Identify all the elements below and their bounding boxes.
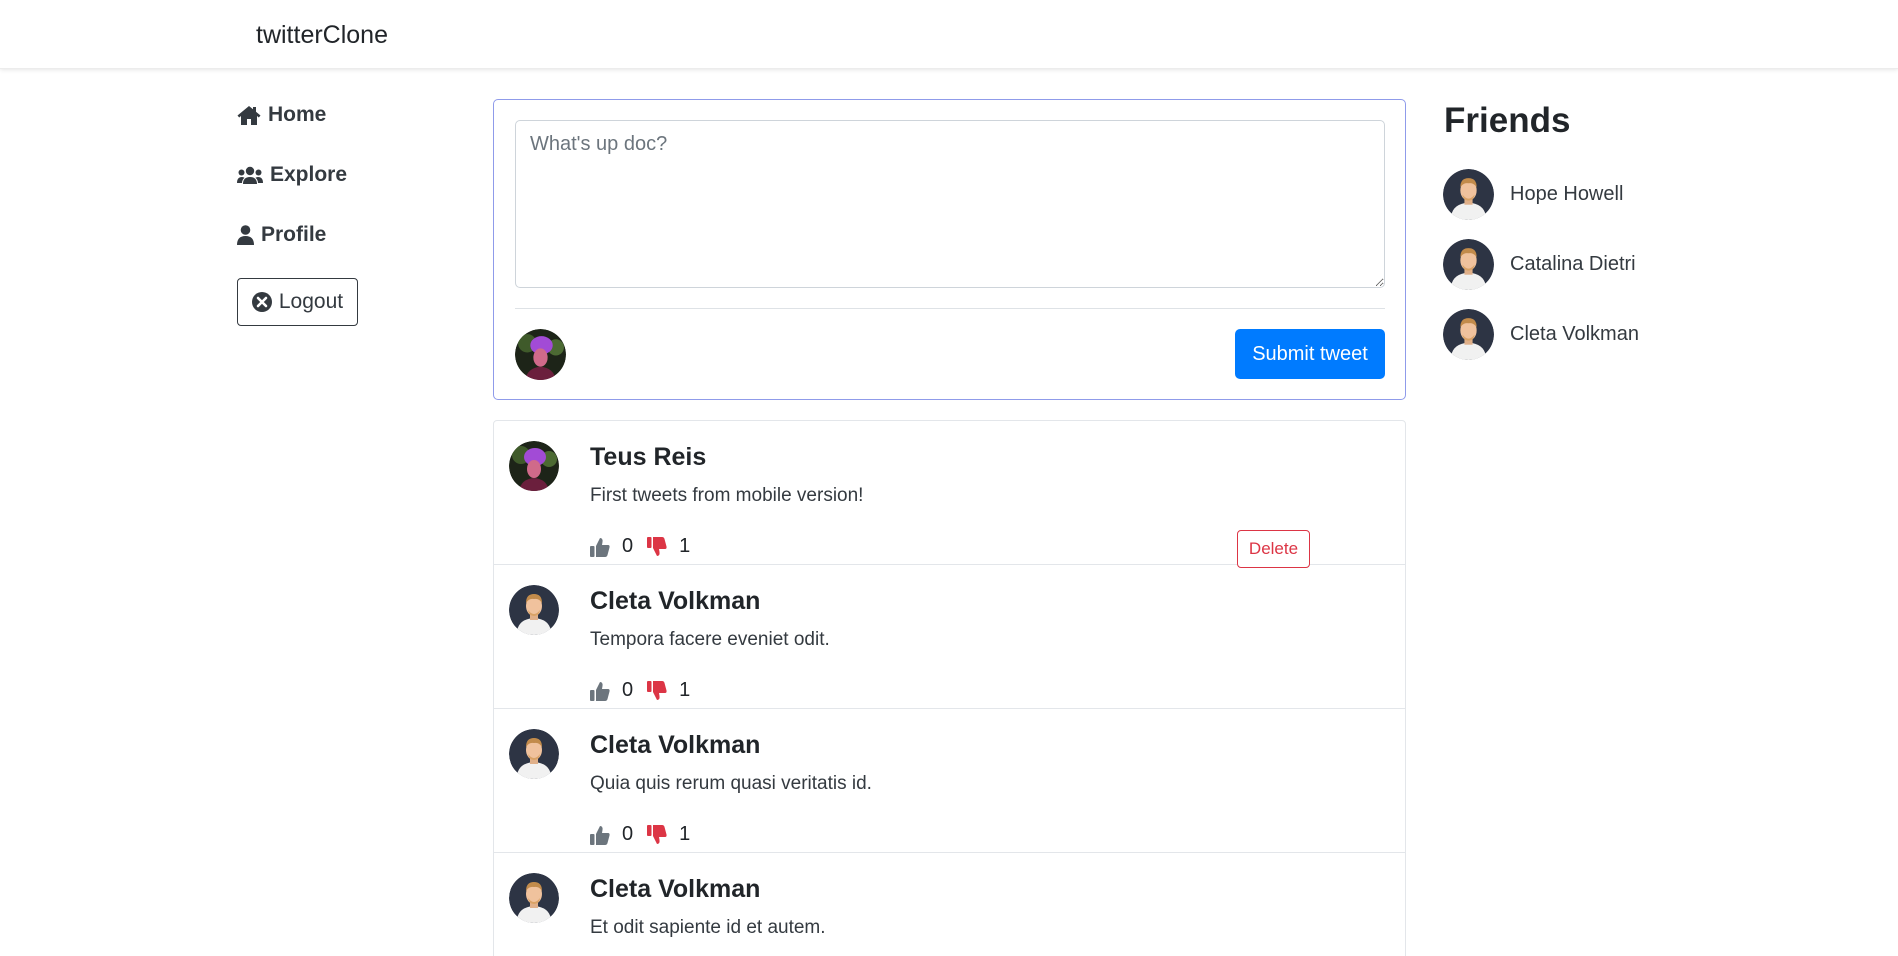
tweet-actions: 0 1 (590, 679, 704, 702)
default-man-avatar-icon (1443, 309, 1494, 360)
dislike-count: 1 (679, 679, 691, 701)
thumbs-down-icon[interactable] (647, 680, 667, 701)
like-count: 0 (622, 535, 634, 557)
default-man-avatar-icon (509, 729, 559, 779)
friend-item[interactable]: Hope Howell (1443, 169, 1623, 220)
tweet-author[interactable]: Cleta Volkman (590, 731, 760, 760)
tweet-author[interactable]: Cleta Volkman (590, 875, 760, 904)
thumbs-up-icon[interactable] (590, 681, 610, 701)
like-count: 0 (622, 823, 634, 845)
tweet: Cleta Volkman Tempora facere eveniet odi… (494, 565, 1405, 709)
dislike-count: 1 (679, 823, 691, 845)
tweet-text: First tweets from mobile version! (590, 485, 864, 506)
sidebar-item-explore[interactable]: Explore (237, 163, 347, 187)
sidebar-item-label: Home (268, 103, 327, 126)
tweet-author[interactable]: Teus Reis (590, 443, 706, 472)
logout-button[interactable]: Logout (237, 278, 358, 326)
tweet-input[interactable] (515, 120, 1385, 288)
friend-name: Cleta Volkman (1510, 323, 1639, 345)
purple-hair-avatar-icon (509, 441, 559, 491)
tweet-text: Et odit sapiente id et autem. (590, 917, 826, 938)
tweet-author[interactable]: Cleta Volkman (590, 587, 760, 616)
tweet-feed: Teus Reis First tweets from mobile versi… (493, 420, 1406, 956)
avatar[interactable] (509, 585, 559, 635)
avatar[interactable] (509, 873, 559, 923)
default-man-avatar-icon (1443, 239, 1494, 290)
friend-name: Hope Howell (1510, 183, 1624, 205)
top-navbar: twitterClone (0, 0, 1898, 69)
friend-item[interactable]: Cleta Volkman (1443, 309, 1639, 360)
user-icon (237, 225, 254, 245)
users-icon (237, 166, 263, 184)
avatar (1443, 169, 1494, 220)
like-count: 0 (622, 679, 634, 701)
thumbs-down-icon[interactable] (647, 536, 667, 557)
tweet-text: Quia quis rerum quasi veritatis id. (590, 773, 872, 794)
friend-name: Catalina Dietri (1510, 253, 1636, 275)
avatar (1443, 309, 1494, 360)
thumbs-up-icon[interactable] (590, 825, 610, 845)
thumbs-down-icon[interactable] (647, 824, 667, 845)
default-man-avatar-icon (509, 585, 559, 635)
sidebar-item-label: Profile (261, 223, 327, 246)
brand-link[interactable]: twitterClone (256, 21, 388, 50)
tweet-actions: 0 1 (590, 535, 704, 558)
tweet-text: Tempora facere eveniet odit. (590, 629, 830, 650)
thumbs-up-icon[interactable] (590, 537, 610, 557)
delete-tweet-button[interactable]: Delete (1237, 530, 1310, 568)
compose-card: Submit tweet (493, 99, 1406, 400)
friend-item[interactable]: Catalina Dietri (1443, 239, 1636, 290)
divider (515, 308, 1385, 309)
avatar (1443, 239, 1494, 290)
avatar (515, 329, 566, 380)
tweet: Teus Reis First tweets from mobile versi… (494, 421, 1405, 568)
dislike-count: 1 (679, 535, 691, 557)
avatar[interactable] (509, 441, 559, 491)
home-icon (237, 105, 261, 125)
avatar[interactable] (509, 729, 559, 779)
tweet: Cleta Volkman Et odit sapiente id et aut… (494, 853, 1405, 956)
tweet-actions: 0 1 (590, 823, 704, 846)
default-man-avatar-icon (1443, 169, 1494, 220)
purple-hair-avatar-icon (515, 329, 566, 380)
tweet: Cleta Volkman Quia quis rerum quasi veri… (494, 709, 1405, 853)
sidebar-item-profile[interactable]: Profile (237, 223, 326, 247)
sidebar-item-label: Explore (270, 163, 348, 186)
close-circle-icon (251, 292, 272, 312)
default-man-avatar-icon (509, 873, 559, 923)
logout-label: Logout (278, 290, 344, 313)
friends-title: Friends (1444, 101, 1571, 140)
sidebar-item-home[interactable]: Home (237, 103, 326, 127)
submit-tweet-button[interactable]: Submit tweet (1235, 329, 1385, 379)
